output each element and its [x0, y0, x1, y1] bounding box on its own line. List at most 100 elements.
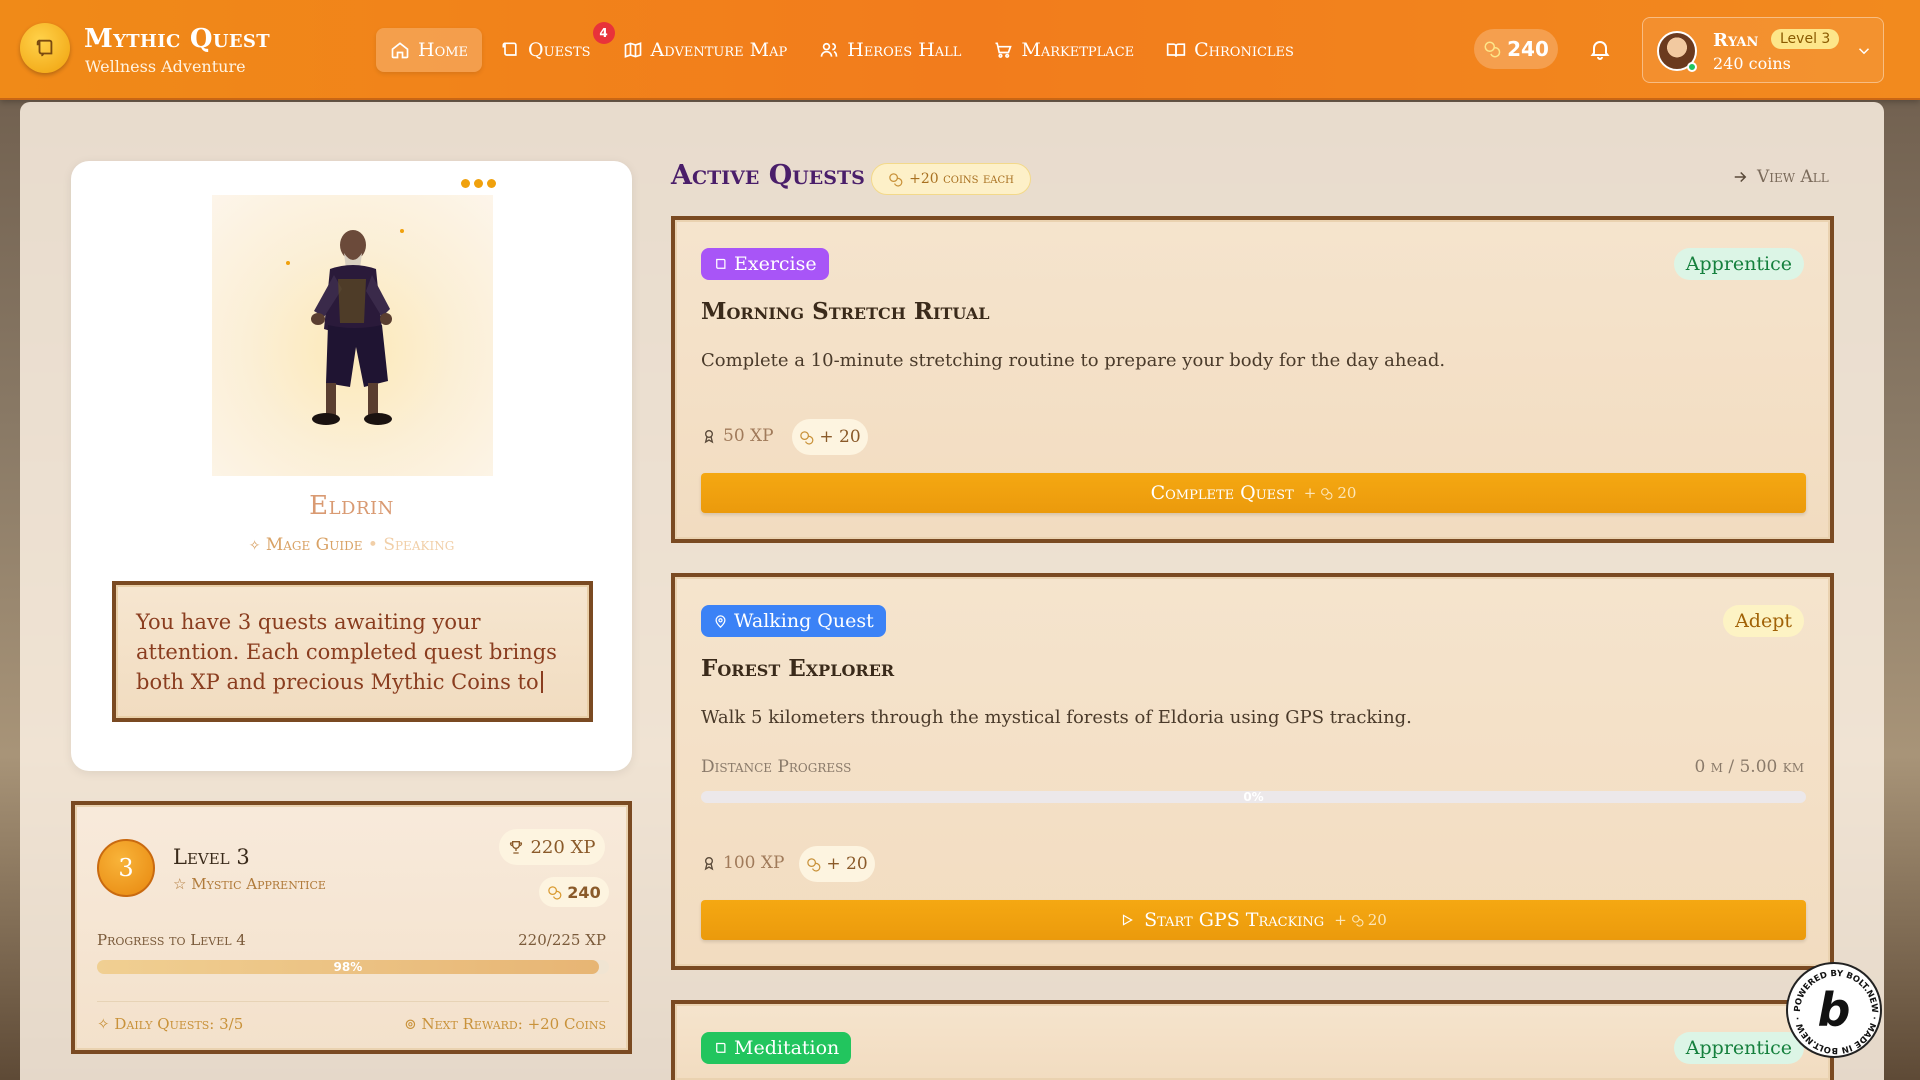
next-reward-text: Next Reward: +20 Coins — [421, 1015, 606, 1033]
quest-category-tag: Meditation — [701, 1032, 852, 1064]
guide-character-image — [212, 195, 493, 476]
quest-xp: 100 XP — [701, 853, 784, 873]
typing-cursor — [540, 671, 543, 693]
quest-description: Complete a 10-minute stretching routine … — [701, 350, 1446, 371]
quest-category-label: Walking Quest — [734, 610, 874, 632]
header-coin-balance[interactable]: 240 — [1474, 29, 1558, 69]
nav-adventure-map-label: Adventure Map — [650, 39, 788, 61]
button-reward-plus: + — [1334, 911, 1347, 929]
coins-icon — [1484, 41, 1501, 58]
trophy-icon — [510, 841, 523, 854]
book-icon — [1166, 43, 1186, 57]
button-reward: + 20 — [1334, 911, 1387, 929]
view-all-link[interactable]: View All — [1731, 167, 1829, 187]
app-tagline: Wellness Adventure — [85, 57, 246, 76]
nav-home[interactable]: Home — [376, 28, 483, 72]
nav-quests-label: Quests — [528, 39, 591, 61]
coins-icon — [889, 172, 903, 187]
guide-role-label: Mage Guide — [265, 535, 363, 555]
header-coins-value: 240 — [1507, 37, 1549, 61]
level-subtitle: ☆ Mystic Apprentice — [173, 875, 326, 893]
quest-xp: 50 XP — [701, 426, 774, 446]
quest-coin-reward: + 20 — [799, 846, 875, 882]
user-coins: 240 coins — [1713, 54, 1791, 73]
guide-speech-text: You have 3 quests awaiting your attentio… — [136, 610, 557, 694]
quest-title: Morning Stretch Ritual — [701, 298, 990, 325]
level-number: 3 — [97, 839, 155, 897]
user-menu[interactable]: Ryan Level 3 240 coins — [1642, 17, 1884, 83]
coins-icon: ⊚ — [404, 1015, 417, 1033]
guide-status: • Speaking — [367, 535, 455, 555]
quest-difficulty-badge: Apprentice — [1673, 248, 1804, 280]
quest-coin-value: + 20 — [819, 427, 861, 447]
button-reward: + 20 — [1304, 484, 1357, 502]
xp-badge-value: 220 XP — [530, 836, 596, 858]
quest-difficulty-badge: Apprentice — [1673, 1032, 1804, 1064]
scroll-icon — [502, 42, 517, 56]
scroll-icon — [716, 258, 726, 269]
button-reward-plus: + — [1303, 484, 1317, 502]
coins-icon — [548, 885, 562, 900]
home-icon — [391, 42, 409, 59]
nav-quests[interactable]: Quests 4 — [486, 22, 615, 72]
bolt-badge[interactable]: POWERED BY BOLT.NEW · MADE IN BOLT.NEW ·… — [1786, 962, 1882, 1058]
guide-card: Eldrin ✧ Mage Guide • Speaking You have … — [71, 161, 632, 771]
level-progress-value: 220/225 XP — [518, 931, 606, 949]
online-status-dot — [1687, 62, 1697, 72]
coins-each-badge: +20 coins each — [871, 163, 1031, 195]
guide-name: Eldrin — [309, 491, 394, 521]
nav-marketplace[interactable]: Marketplace — [979, 28, 1148, 72]
app-name: Mythic Quest — [84, 24, 270, 54]
quest-difficulty-badge: Adept — [1723, 605, 1804, 637]
map-icon — [624, 42, 641, 58]
quest-card: Exercise Apprentice Morning Stretch Ritu… — [671, 216, 1834, 543]
level-subtitle-text: Mystic Apprentice — [191, 875, 326, 893]
nav-chronicles[interactable]: Chronicles — [1152, 28, 1308, 72]
start-gps-tracking-button[interactable]: Start GPS Tracking + 20 — [701, 900, 1806, 940]
level-title: Level 3 — [173, 845, 250, 869]
bolt-badge-ring: POWERED BY BOLT.NEW · MADE IN BOLT.NEW · — [1793, 969, 1879, 1055]
divider — [97, 1001, 609, 1002]
level-coins-value: 240 — [567, 882, 601, 902]
complete-quest-label: Complete Quest — [1150, 482, 1294, 504]
coins-icon — [807, 857, 821, 872]
nav-marketplace-label: Marketplace — [1021, 39, 1135, 61]
button-reward-coins: 20 — [1337, 484, 1357, 502]
play-icon — [1123, 914, 1133, 926]
quest-coin-value: + 20 — [826, 854, 868, 874]
nav-heroes-hall[interactable]: Heroes Hall — [805, 28, 975, 72]
quest-title: Forest Explorer — [701, 655, 895, 682]
quest-category-label: Exercise — [734, 253, 817, 275]
level-coins-badge: 240 — [539, 877, 609, 907]
quest-description: Walk 5 kilometers through the mystical f… — [701, 707, 1412, 728]
coins-icon — [1351, 914, 1364, 927]
nav-chronicles-label: Chronicles — [1194, 39, 1294, 61]
active-quests-title: Active Quests — [671, 160, 865, 191]
guide-role: ✧ Mage Guide • Speaking — [71, 535, 632, 555]
daily-quests-text: Daily Quests: 3/5 — [114, 1015, 244, 1033]
quest-card: Meditation Apprentice — [671, 1000, 1834, 1080]
chevron-down-icon[interactable] — [1855, 42, 1873, 64]
map-pin-icon — [715, 614, 726, 628]
guide-speech-bubble: You have 3 quests awaiting your attentio… — [112, 581, 593, 722]
award-icon — [704, 430, 714, 444]
users-icon — [820, 42, 838, 57]
quest-xp-value: 100 XP — [723, 853, 785, 873]
star-icon: ☆ — [173, 875, 187, 893]
coins-icon — [800, 430, 814, 445]
scroll-logo-icon[interactable] — [20, 23, 70, 73]
distance-progress-bar: 0% — [701, 790, 1806, 804]
start-gps-tracking-label: Start GPS Tracking — [1144, 909, 1325, 931]
level-progress-label: Progress to Level 4 — [97, 931, 246, 949]
nav-adventure-map[interactable]: Adventure Map — [609, 28, 802, 72]
level-progress-bar: 98% — [97, 960, 609, 974]
complete-quest-button[interactable]: Complete Quest + 20 — [701, 473, 1806, 513]
quest-coin-reward: + 20 — [792, 419, 868, 455]
distance-progress-value: 0 m / 5.00 km — [1694, 757, 1804, 777]
bolt-badge-text: POWERED BY BOLT.NEW · MADE IN BOLT.NEW · — [1793, 969, 1879, 1055]
notifications-bell-icon[interactable] — [1588, 37, 1612, 65]
typing-indicator — [461, 179, 496, 188]
scroll-icon — [716, 1042, 726, 1053]
quest-category-tag: Walking Quest — [701, 605, 886, 637]
view-all-label: View All — [1757, 167, 1829, 187]
